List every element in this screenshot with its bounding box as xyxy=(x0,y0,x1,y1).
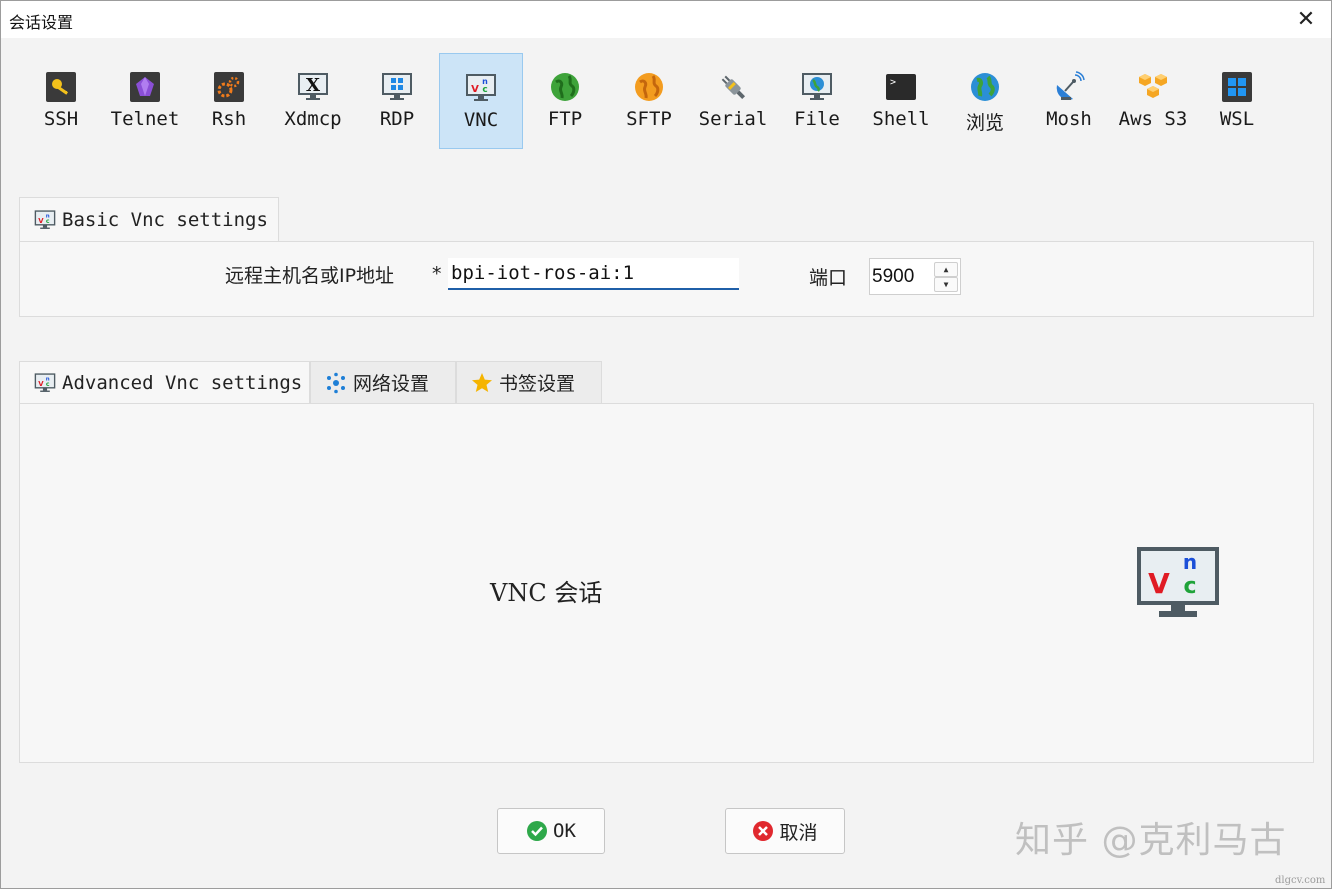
protocol-shell[interactable]: > Shell xyxy=(859,53,943,149)
protocol-label: Rsh xyxy=(211,108,247,130)
window-title: 会话设置 xyxy=(9,13,74,32)
protocol-telnet[interactable]: Telnet xyxy=(103,53,187,149)
protocol-label: RDP xyxy=(379,108,415,130)
advanced-settings-panel xyxy=(19,403,1314,763)
x-monitor-icon: X xyxy=(297,71,329,103)
watermark: 知乎 @克利马古 xyxy=(1015,820,1287,861)
svg-text:V: V xyxy=(38,217,44,225)
svg-text:c: c xyxy=(1183,574,1196,599)
svg-text:c: c xyxy=(46,381,50,388)
ok-button[interactable]: OK xyxy=(497,808,605,854)
gears-icon xyxy=(213,71,245,103)
protocol-label: 浏览 xyxy=(965,112,1004,134)
protocol-wsl[interactable]: WSL xyxy=(1195,53,1279,149)
tab-label: 网络设置 xyxy=(353,373,430,395)
protocol-label: WSL xyxy=(1219,108,1255,130)
key-icon xyxy=(45,71,77,103)
protocol-label: Telnet xyxy=(110,108,180,130)
remote-host-input[interactable] xyxy=(448,258,739,290)
star-icon xyxy=(471,372,493,394)
check-circle-icon xyxy=(526,820,548,842)
svg-text:n: n xyxy=(1183,550,1197,574)
vnc-monitor-icon: Vnc xyxy=(465,72,497,104)
vnc-monitor-icon: Vnc xyxy=(34,209,56,231)
chevron-down-icon: ▼ xyxy=(943,280,949,289)
gem-icon xyxy=(129,71,161,103)
host-label: 远程主机名或IP地址 xyxy=(225,265,395,287)
svg-text:V: V xyxy=(1148,567,1170,600)
protocol-vnc[interactable]: Vnc VNC xyxy=(439,53,523,149)
svg-text:c: c xyxy=(482,85,487,95)
svg-text:V: V xyxy=(471,84,479,95)
protocol-label: Shell xyxy=(872,108,930,130)
earth-icon xyxy=(969,71,1001,103)
tab-label: 书签设置 xyxy=(499,373,576,395)
plug-icon xyxy=(717,71,749,103)
port-input[interactable] xyxy=(872,261,932,292)
ok-label: OK xyxy=(553,820,576,842)
svg-text:X: X xyxy=(306,75,320,96)
satellite-dish-icon xyxy=(1053,71,1085,103)
chevron-up-icon: ▲ xyxy=(943,265,949,274)
protocol-label: Aws S3 xyxy=(1118,108,1188,130)
port-increment-button[interactable]: ▲ xyxy=(934,262,958,277)
svg-text:>: > xyxy=(890,77,896,88)
protocol-mosh[interactable]: Mosh xyxy=(1027,53,1111,149)
protocol-label: Mosh xyxy=(1046,108,1092,130)
tab-label: Advanced Vnc settings xyxy=(62,372,303,394)
svg-text:c: c xyxy=(46,218,50,225)
orange-globe-icon xyxy=(633,71,665,103)
protocol-rdp[interactable]: RDP xyxy=(355,53,439,149)
cancel-circle-icon xyxy=(752,820,774,842)
protocol-label: FTP xyxy=(547,108,583,130)
tab-advanced-vnc-settings[interactable]: Vnc Advanced Vnc settings xyxy=(19,361,310,404)
tab-network-settings[interactable]: 网络设置 xyxy=(310,361,456,403)
required-marker: * xyxy=(431,263,443,285)
protocol-ftp[interactable]: FTP xyxy=(523,53,607,149)
vnc-monitor-icon: Vnc xyxy=(34,372,56,394)
windows-monitor-icon xyxy=(381,71,413,103)
port-label: 端口 xyxy=(809,267,848,289)
protocol-browse[interactable]: 浏览 xyxy=(943,53,1027,149)
protocol-bar: SSH Telnet Rsh X Xdmcp RDP V n c VNC FTP… xyxy=(19,53,1309,149)
protocol-ssh[interactable]: SSH xyxy=(19,53,103,149)
protocol-label: Serial xyxy=(698,108,768,130)
protocol-label: File xyxy=(794,108,840,130)
close-button[interactable]: ✕ xyxy=(1291,5,1321,33)
title-bar: 会话设置 ✕ xyxy=(1,1,1331,38)
protocol-label: Xdmcp xyxy=(284,108,342,130)
vnc-monitor-icon: V n c xyxy=(1137,547,1219,623)
protocol-aws-s3[interactable]: Aws S3 xyxy=(1111,53,1195,149)
protocol-xdmcp[interactable]: X Xdmcp xyxy=(271,53,355,149)
site-watermark: dlgcv.com xyxy=(1275,875,1326,886)
protocol-serial[interactable]: Serial xyxy=(691,53,775,149)
tab-bookmark-settings[interactable]: 书签设置 xyxy=(456,361,602,403)
svg-text:V: V xyxy=(38,380,44,388)
protocol-sftp[interactable]: SFTP xyxy=(607,53,691,149)
protocol-file[interactable]: File xyxy=(775,53,859,149)
tab-basic-vnc-settings[interactable]: Vnc Basic Vnc settings xyxy=(19,197,279,242)
green-globe-icon xyxy=(549,71,581,103)
windows-logo-icon xyxy=(1221,71,1253,103)
protocol-label: SFTP xyxy=(626,108,672,130)
session-description: VNC 会话 xyxy=(490,579,603,607)
network-icon xyxy=(325,372,347,394)
protocol-label: SSH xyxy=(43,108,79,130)
port-decrement-button[interactable]: ▼ xyxy=(934,277,958,292)
protocol-rsh[interactable]: Rsh xyxy=(187,53,271,149)
close-icon: ✕ xyxy=(1296,6,1316,32)
terminal-icon: > xyxy=(885,71,917,103)
port-stepper: ▲ ▼ xyxy=(869,258,961,295)
protocol-label: VNC xyxy=(463,109,499,131)
cancel-label: 取消 xyxy=(779,821,818,844)
session-settings-dialog: 会话设置 ✕ SSH Telnet Rsh X Xdmcp RDP V n c … xyxy=(0,0,1332,889)
globe-monitor-icon xyxy=(801,71,833,103)
cancel-button[interactable]: 取消 xyxy=(725,808,845,854)
tab-label: Basic Vnc settings xyxy=(62,209,268,231)
cubes-icon xyxy=(1137,71,1169,103)
